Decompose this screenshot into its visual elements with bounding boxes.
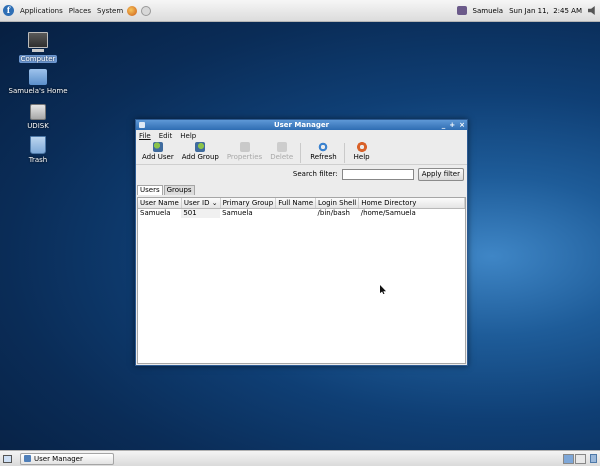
- add-group-button[interactable]: Add Group: [179, 141, 222, 162]
- refresh-icon: [318, 142, 329, 152]
- add-group-label: Add Group: [181, 153, 219, 161]
- column-user-id[interactable]: User ID ⌄: [181, 198, 221, 209]
- delete-icon: [276, 142, 287, 152]
- cell-user-id: 501: [181, 208, 221, 218]
- apply-filter-button[interactable]: Apply filter: [417, 167, 464, 181]
- desktop-icon-label: Trash: [28, 156, 48, 164]
- window-titlebar[interactable]: User Manager _ + ×: [136, 120, 467, 130]
- show-desktop-icon[interactable]: [3, 454, 12, 463]
- clock[interactable]: Sun Jan 11, 2:45 AM: [509, 7, 582, 15]
- taskbar-button-user-manager[interactable]: User Manager: [20, 452, 114, 465]
- refresh-label: Refresh: [310, 153, 337, 161]
- table-header: User Name User ID ⌄ Primary Group Full N…: [138, 198, 465, 209]
- menu-help[interactable]: Help: [180, 132, 196, 140]
- toolbar-separator: [343, 143, 345, 163]
- add-user-icon: [152, 142, 163, 152]
- volume-icon[interactable]: [588, 6, 595, 15]
- desktop-icon-label: UDISK: [27, 122, 49, 130]
- username-label[interactable]: Samuela: [473, 7, 504, 15]
- window-menu-icon[interactable]: [139, 122, 145, 128]
- tab-bar: Users Groups: [136, 185, 467, 195]
- sort-indicator-icon: ⌄: [211, 198, 218, 207]
- places-menu[interactable]: Places: [69, 7, 91, 15]
- add-user-label: Add User: [142, 153, 174, 161]
- column-user-name[interactable]: User Name: [138, 198, 182, 209]
- cell-login-shell: /bin/bash: [317, 209, 350, 218]
- mail-launcher-icon[interactable]: [141, 5, 152, 16]
- add-user-button[interactable]: Add User: [139, 141, 177, 162]
- applications-menu[interactable]: Applications: [20, 7, 63, 15]
- taskbar-button-label: User Manager: [34, 454, 83, 463]
- properties-button[interactable]: Properties: [224, 141, 265, 162]
- user-manager-app-icon: [24, 455, 31, 462]
- users-table: User Name User ID ⌄ Primary Group Full N…: [137, 197, 466, 364]
- desktop-icon-label: Samuela's Home: [8, 87, 68, 95]
- close-button[interactable]: ×: [459, 121, 465, 129]
- column-home-directory[interactable]: Home Directory: [358, 198, 465, 209]
- maximize-button[interactable]: +: [449, 121, 455, 129]
- desktop-icon-trash[interactable]: Trash: [6, 136, 70, 164]
- refresh-button[interactable]: Refresh: [307, 141, 339, 162]
- minimize-button[interactable]: _: [442, 121, 446, 129]
- tab-users[interactable]: Users: [137, 185, 163, 195]
- top-panel: f Applications Places System Samuela Sun…: [0, 0, 600, 22]
- help-icon: [356, 142, 367, 152]
- menubar: File Edit Help: [136, 130, 467, 141]
- computer-icon: [28, 32, 48, 52]
- bottom-panel: User Manager: [0, 450, 600, 466]
- workspace-1[interactable]: [563, 453, 574, 464]
- search-filter-input[interactable]: [341, 168, 414, 180]
- tab-groups[interactable]: Groups: [163, 185, 195, 195]
- cell-user-name: Samuela: [140, 209, 171, 218]
- column-primary-group[interactable]: Primary Group: [220, 198, 277, 209]
- firefox-launcher-icon[interactable]: [127, 5, 138, 16]
- fedora-logo-icon[interactable]: f: [3, 5, 14, 16]
- search-row: Search filter: Apply filter: [136, 165, 467, 183]
- workspace-2[interactable]: [575, 453, 586, 464]
- user-manager-window: User Manager _ + × File Edit Help Add Us…: [135, 119, 468, 366]
- desktop-icon-home[interactable]: Samuela's Home: [6, 69, 70, 95]
- desktop-icon-computer[interactable]: Computer: [6, 32, 70, 63]
- properties-label: Properties: [226, 153, 263, 161]
- toolbar-separator: [300, 143, 302, 163]
- cell-full-name: [276, 208, 316, 218]
- column-full-name[interactable]: Full Name: [275, 198, 317, 209]
- add-group-icon: [195, 142, 206, 152]
- menu-edit[interactable]: Edit: [159, 132, 173, 140]
- column-login-shell[interactable]: Login Shell: [315, 198, 360, 209]
- user-icon: [456, 6, 467, 15]
- system-menu[interactable]: System: [97, 7, 123, 15]
- search-filter-label: Search filter:: [292, 170, 338, 178]
- cell-primary-group: Samuela: [222, 209, 253, 218]
- help-label: Help: [353, 153, 370, 161]
- trash-applet-icon[interactable]: [590, 454, 597, 463]
- delete-label: Delete: [270, 153, 294, 161]
- trash-icon: [30, 136, 46, 154]
- drive-icon: [30, 104, 46, 120]
- cell-home-directory: /home/Samuela: [360, 209, 416, 218]
- desktop-icon-udisk[interactable]: UDISK: [6, 104, 70, 130]
- column-user-id-label: User ID: [183, 198, 210, 207]
- menu-file[interactable]: File: [139, 132, 151, 140]
- window-controls: _ + ×: [442, 121, 465, 129]
- window-title: User Manager: [273, 121, 330, 129]
- top-panel-tray: Samuela Sun Jan 11, 2:45 AM: [456, 6, 597, 15]
- toolbar: Add User Add Group Properties Delete Ref…: [136, 141, 467, 165]
- workspace-switcher: [563, 453, 586, 464]
- desktop-icon-label: Computer: [18, 55, 58, 63]
- table-row[interactable]: Samuela 501 Samuela /bin/bash /home/Samu…: [138, 208, 465, 218]
- properties-icon: [239, 142, 250, 152]
- help-button[interactable]: Help: [351, 141, 373, 162]
- delete-button[interactable]: Delete: [267, 141, 296, 162]
- home-folder-icon: [29, 69, 47, 85]
